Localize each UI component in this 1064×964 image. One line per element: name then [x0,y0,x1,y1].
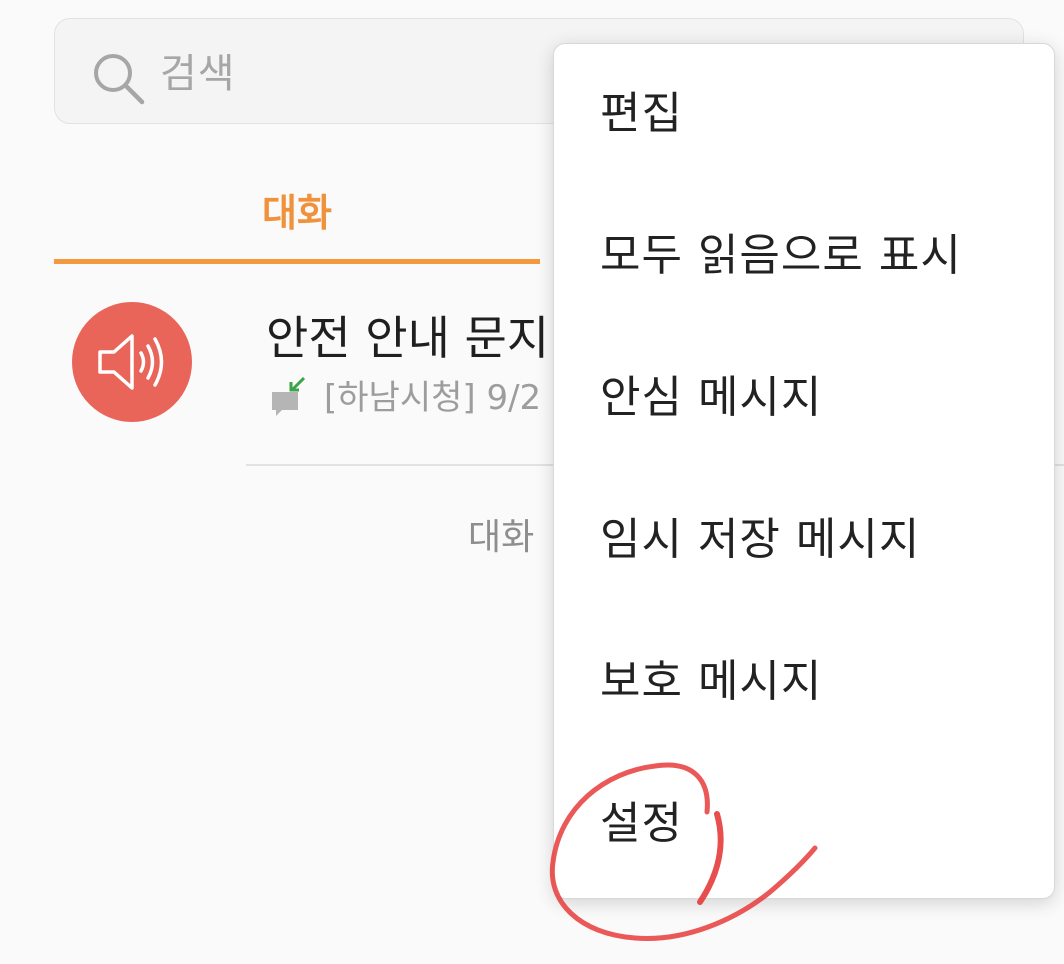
menu-item-label: 모두 읽음으로 표시 [600,230,962,281]
menu-item-edit[interactable]: 편집 [554,44,1054,186]
tab-conversation[interactable]: 대화 [54,160,540,264]
menu-item-label: 임시 저장 메시지 [600,514,921,565]
menu-item-label: 편집 [600,88,683,139]
speaker-icon [98,334,164,390]
conversation-count-label: 대화 [468,517,535,558]
conversation-title: 안전 안내 문지 [266,311,550,365]
incoming-message-icon [270,376,308,418]
search-placeholder: 검색 [160,51,236,97]
avatar [72,302,192,422]
menu-item-label: 안심 메시지 [600,372,823,423]
menu-item-mark-all-read[interactable]: 모두 읽음으로 표시 [554,186,1054,328]
menu-item-drafts[interactable]: 임시 저장 메시지 [554,470,1054,612]
search-icon[interactable] [90,50,146,106]
tab-active-indicator [54,259,540,264]
tab-label: 대화 [262,191,332,235]
conversation-snippet: [하남시청] 9/2 [324,378,542,418]
menu-item-label: 보호 메시지 [600,656,823,707]
menu-item-protected-messages[interactable]: 보호 메시지 [554,612,1054,754]
highlight-annotation [549,762,818,941]
menu-item-safe-messages[interactable]: 안심 메시지 [554,328,1054,470]
